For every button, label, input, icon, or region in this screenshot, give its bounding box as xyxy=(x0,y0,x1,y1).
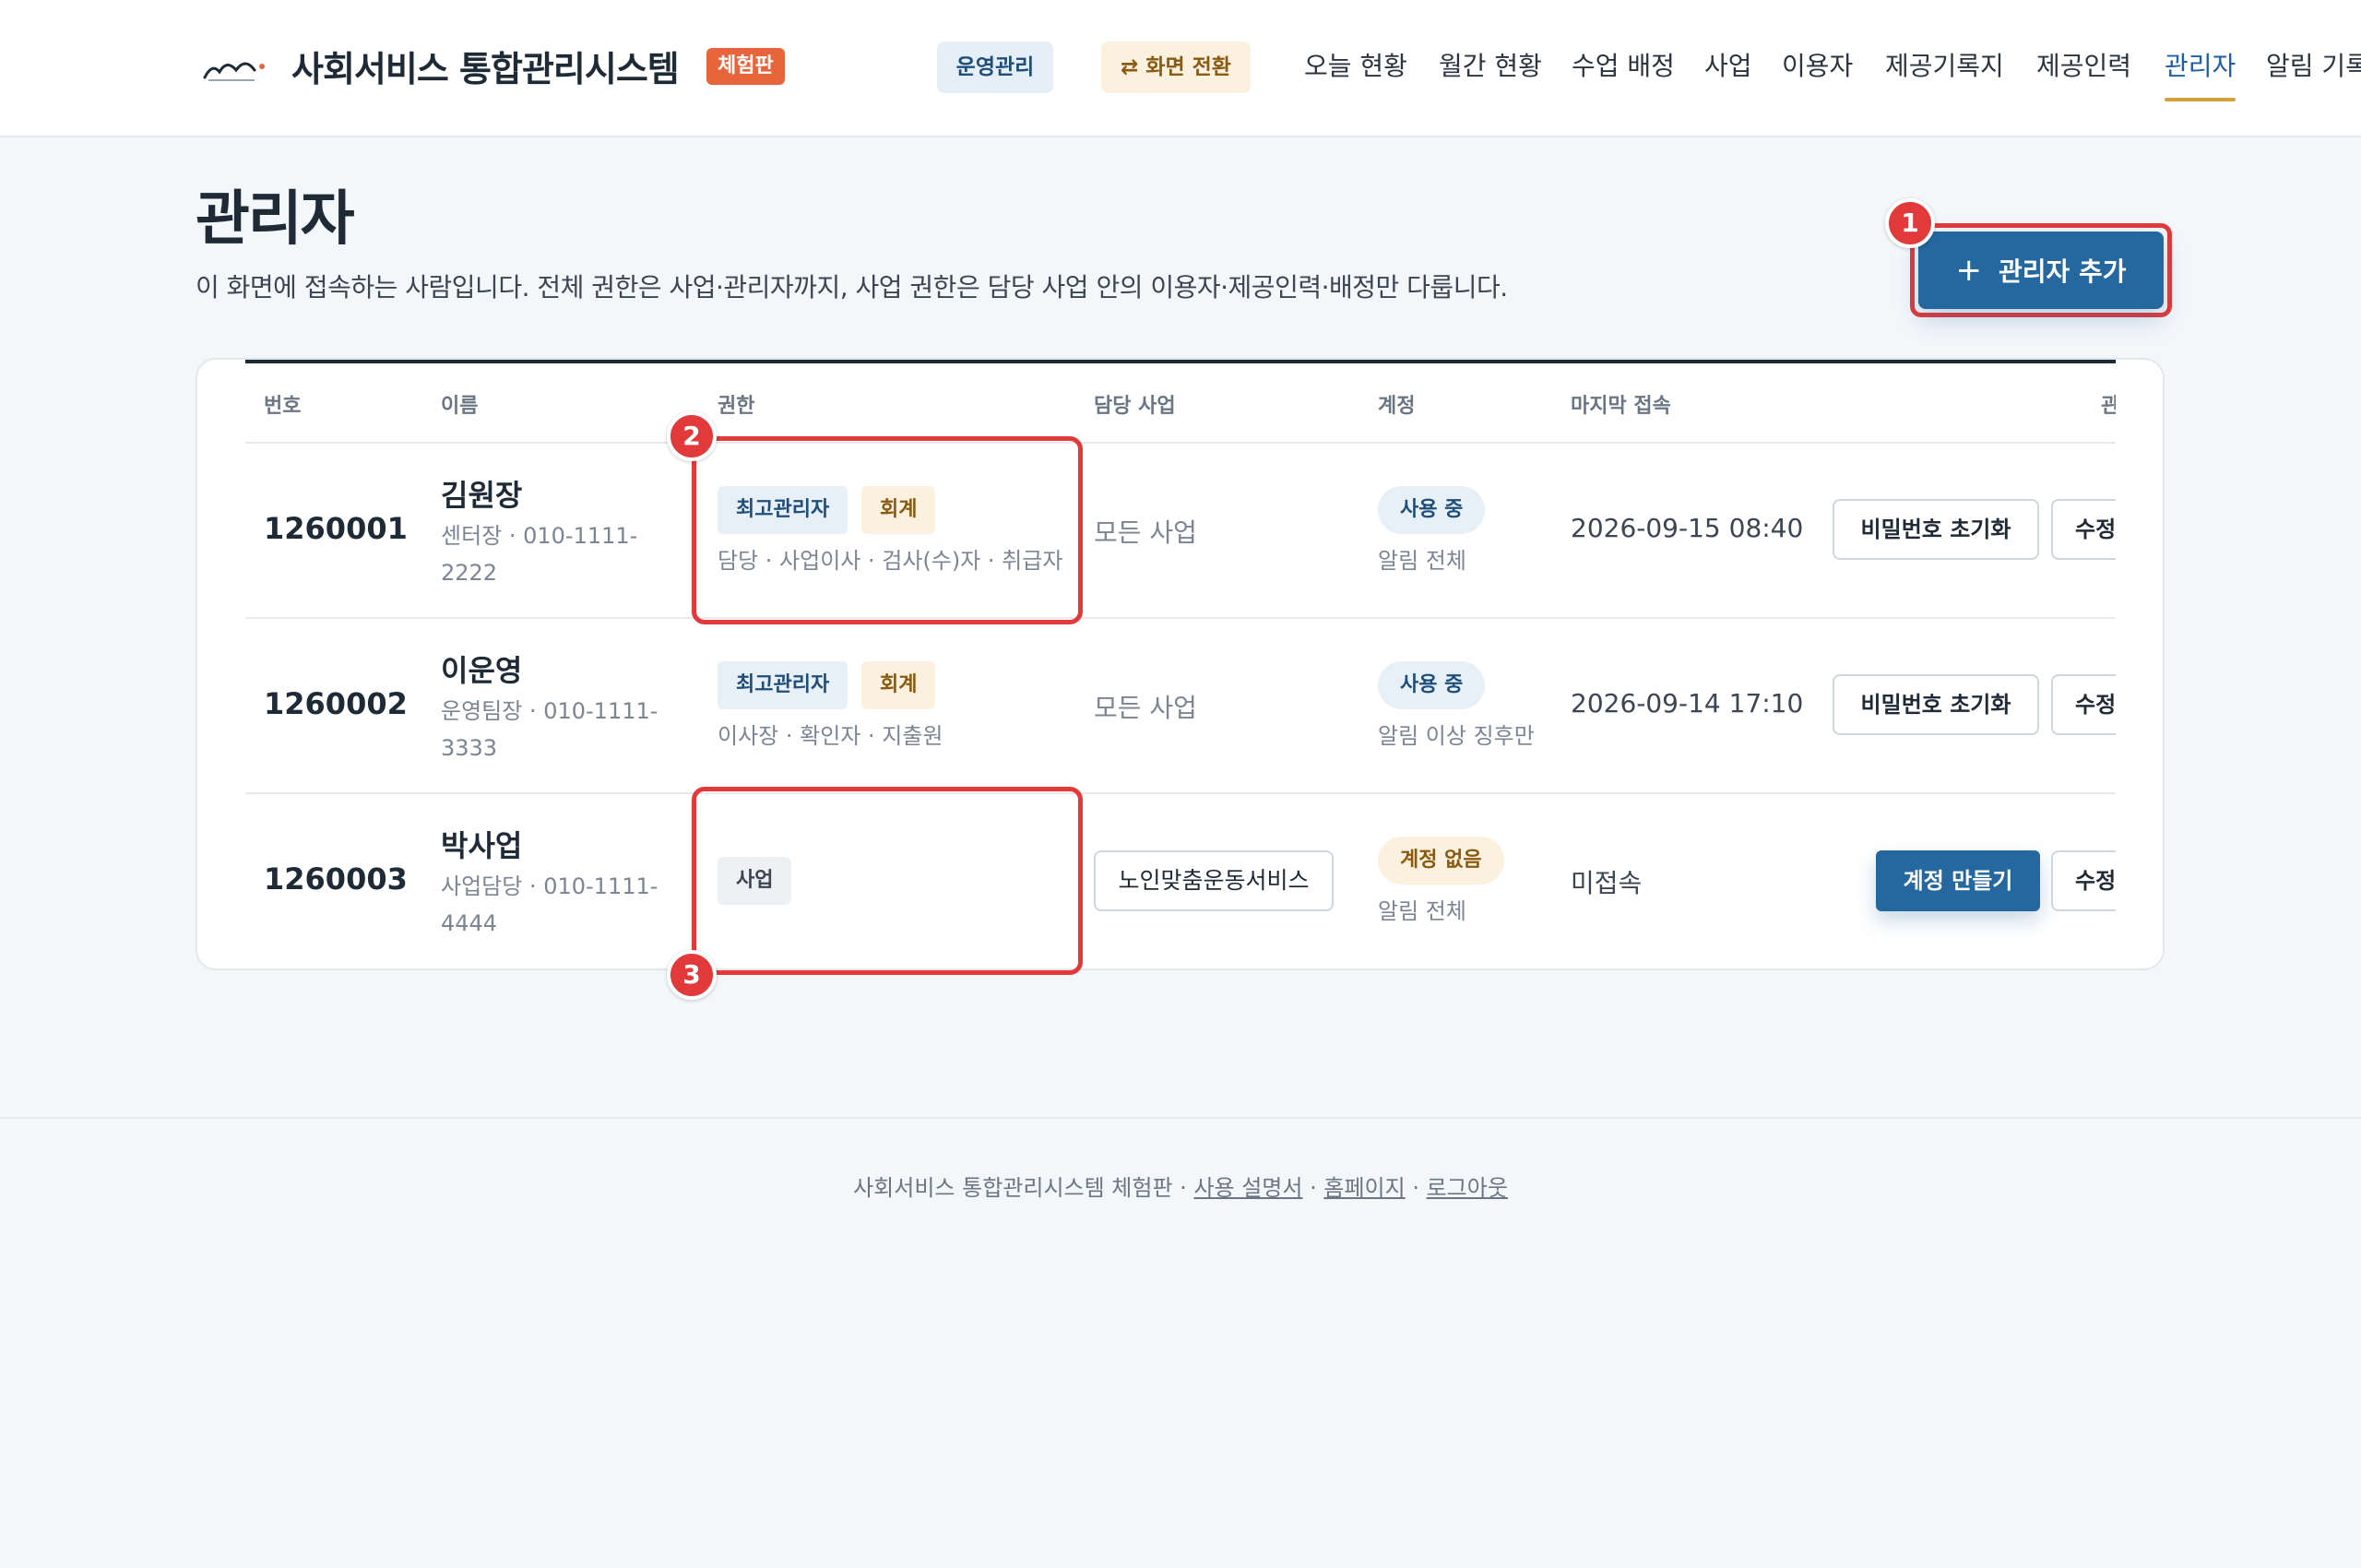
header-divider xyxy=(245,442,2116,444)
footer: 사회서비스 통합관리시스템 체험판 · 사용 설명서 · 홈페이지 · 로그아웃 xyxy=(0,1170,2361,1202)
reset-password-button[interactable]: 비밀번호 초기화 xyxy=(1833,674,2039,735)
th-name: 이름 xyxy=(441,395,479,418)
add-admin-button[interactable]: + 관리자 추가 xyxy=(1918,232,2164,309)
th-manage-clip: 관리 xyxy=(2101,389,2116,419)
nav-item-admins[interactable]: 관리자 xyxy=(2165,48,2236,85)
edit-button[interactable]: 수정 xyxy=(2051,850,2116,911)
add-admin-label: 관리자 추가 xyxy=(1998,256,2127,287)
highlight-box-row3-permission xyxy=(692,787,1083,975)
footer-link-manual[interactable]: 사용 설명서 xyxy=(1193,1175,1302,1201)
status-badge: 계정 없음 xyxy=(1378,837,1504,885)
status-badge: 사용 중 xyxy=(1378,486,1486,534)
footer-separator: · xyxy=(1405,1175,1427,1201)
reset-password-button[interactable]: 비밀번호 초기화 xyxy=(1833,499,2039,560)
highlight-box-row1-permission xyxy=(692,436,1083,624)
nav-item-service-records[interactable]: 제공기록지 xyxy=(1885,48,2004,85)
edit-button-clip: 수정 xyxy=(2051,674,2116,735)
th-number: 번호 xyxy=(264,395,302,418)
create-account-button[interactable]: 계정 만들기 xyxy=(1876,850,2040,911)
alert-setting: 알림 이상 징후만 xyxy=(1378,723,1535,749)
marker-1: 1 xyxy=(1885,198,1935,248)
th-account: 계정 xyxy=(1378,395,1416,418)
nav-item-users[interactable]: 이용자 xyxy=(1782,48,1853,85)
row-sub: 센터장 · 010-1111-2222 xyxy=(441,523,638,586)
footer-text: 사회서비스 통합관리시스템 체험판 · xyxy=(853,1175,1194,1201)
screen-switch-button[interactable]: ⇄ 화면 전환 xyxy=(1101,42,1251,93)
plus-icon: + xyxy=(1955,252,1982,289)
last-login: 미접속 xyxy=(1571,868,1643,898)
nav-item-monthly[interactable]: 월간 현황 xyxy=(1439,48,1542,85)
footer-link-home[interactable]: 홈페이지 xyxy=(1323,1175,1405,1201)
page-description: 이 화면에 접속하는 사람입니다. 전체 권한은 사업·관리자까지, 사업 권한… xyxy=(196,272,1508,303)
nav-item-today[interactable]: 오늘 현황 xyxy=(1304,48,1407,85)
row-name: 이운영 xyxy=(441,653,523,688)
last-login: 2026-09-14 17:10 xyxy=(1571,688,1804,719)
status-badge: 사용 중 xyxy=(1378,661,1486,709)
footer-divider xyxy=(0,1117,2361,1119)
page-title: 관리자 xyxy=(196,185,355,254)
assigned-business-button[interactable]: 노인맞춤운동서비스 xyxy=(1094,850,1334,911)
brand-title[interactable]: 사회서비스 통합관리시스템 xyxy=(291,41,680,91)
edit-button-clip: 수정 xyxy=(2051,850,2116,911)
footer-separator: · xyxy=(1302,1175,1324,1201)
logo-icon xyxy=(203,62,265,81)
alert-setting: 알림 전체 xyxy=(1378,548,1466,574)
th-last-login: 마지막 접속 xyxy=(1571,395,1671,418)
edit-button[interactable]: 수정 xyxy=(2051,674,2116,735)
table-top-rule xyxy=(245,360,2116,363)
row-name: 박사업 xyxy=(441,828,523,863)
th-manage: 관리 xyxy=(2101,395,2116,418)
marker-2: 2 xyxy=(667,411,717,461)
th-business: 담당 사업 xyxy=(1094,395,1176,418)
alert-setting: 알림 전체 xyxy=(1378,898,1466,924)
tag-accounting: 회계 xyxy=(861,661,936,709)
edit-button-clip: 수정 xyxy=(2051,499,2116,560)
nav-item-alert-log[interactable]: 알림 기록 xyxy=(2266,48,2361,85)
nav-item-business[interactable]: 사업 xyxy=(1704,48,1752,85)
business-text: 모든 사업 xyxy=(1094,517,1197,548)
row-name: 김원장 xyxy=(441,478,523,513)
footer-link-logout[interactable]: 로그아웃 xyxy=(1427,1175,1508,1201)
row-id: 1260003 xyxy=(264,861,408,897)
edit-button[interactable]: 수정 xyxy=(2051,499,2116,560)
row-sub: 운영팀장 · 010-1111-3333 xyxy=(441,698,658,761)
marker-3: 3 xyxy=(667,950,717,1000)
row-sub: 사업담당 · 010-1111-4444 xyxy=(441,873,658,936)
row-divider xyxy=(245,792,2116,794)
tag-super-admin: 최고관리자 xyxy=(718,661,848,709)
nav-item-class-assign[interactable]: 수업 배정 xyxy=(1572,48,1675,85)
trial-badge: 체험판 xyxy=(706,48,785,85)
nav-item-staff[interactable]: 제공인력 xyxy=(2036,48,2131,85)
row-id: 1260001 xyxy=(264,511,408,546)
row-divider xyxy=(245,617,2116,619)
ops-mode-pill[interactable]: 운영관리 xyxy=(937,42,1053,93)
business-text: 모든 사업 xyxy=(1094,693,1197,723)
nav-active-underline xyxy=(2165,98,2236,101)
top-header: 사회서비스 통합관리시스템 체험판 운영관리 ⇄ 화면 전환 오늘 현황 월간 … xyxy=(0,0,2361,137)
last-login: 2026-09-15 08:40 xyxy=(1571,513,1804,543)
roles-text: 이사장 · 확인자 · 지출원 xyxy=(718,723,943,749)
row-id: 1260002 xyxy=(264,686,408,721)
th-permission: 권한 xyxy=(718,395,755,418)
